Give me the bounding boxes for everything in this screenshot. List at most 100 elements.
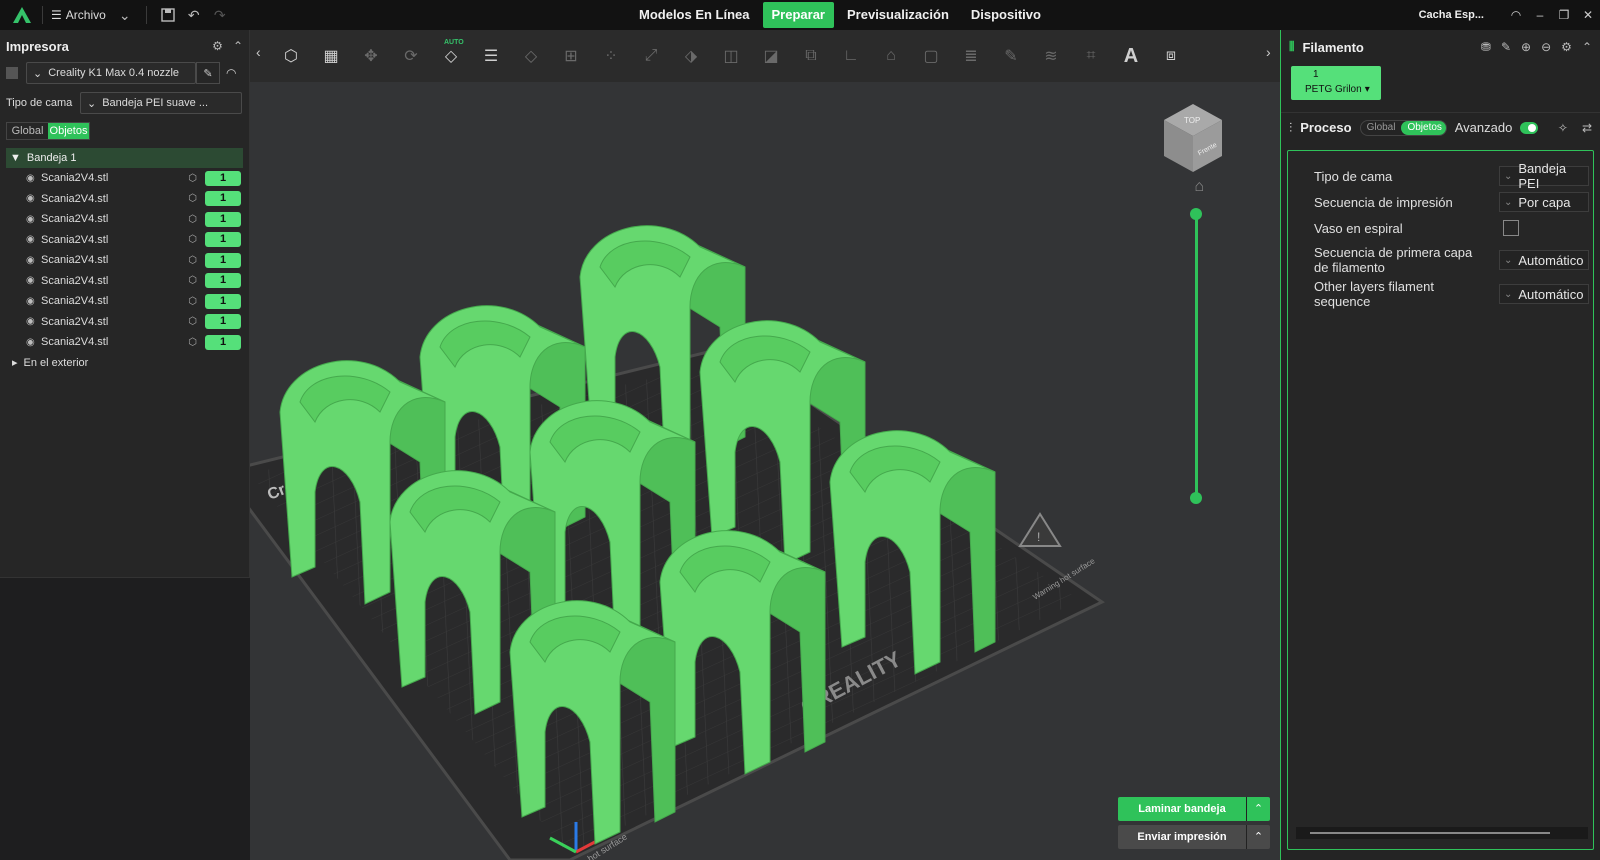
support-paint-icon[interactable]: ◪ <box>754 39 788 73</box>
object-count-badge[interactable]: 1 <box>205 252 241 268</box>
assembly-icon[interactable]: ⌗ <box>1074 39 1108 73</box>
horizontal-scrollbar[interactable] <box>1296 827 1588 839</box>
chevron-up-icon[interactable]: ⌃ <box>1246 825 1270 849</box>
file-menu-button[interactable]: ☰ Archivo <box>51 8 106 22</box>
scope-global[interactable]: Global <box>7 123 48 139</box>
tab-online-models[interactable]: Modelos En Línea <box>630 2 759 28</box>
close-icon[interactable]: ✕ <box>1576 8 1600 22</box>
user-name[interactable]: Cacha Esp... <box>1419 9 1484 21</box>
cube-settings-icon[interactable]: ⬡ <box>188 296 197 307</box>
filament-card[interactable]: 1 PETG Grilon ▾ <box>1291 66 1381 100</box>
outside-row[interactable]: ▸ En el exterior <box>0 353 249 373</box>
advanced-toggle[interactable] <box>1520 121 1538 134</box>
tab-preview[interactable]: Previsualización <box>838 2 958 28</box>
eye-icon[interactable]: ◉ <box>26 173 38 184</box>
eye-icon[interactable]: ◉ <box>26 234 38 245</box>
split-objects-icon[interactable]: ⊞ <box>554 39 588 73</box>
cut-icon[interactable]: ◫ <box>714 39 748 73</box>
eye-icon[interactable]: ◉ <box>26 255 38 266</box>
process-scope-objects[interactable]: Objetos <box>1401 120 1446 135</box>
undo-icon[interactable]: ↶ <box>181 4 207 26</box>
process-scope-global[interactable]: Global <box>1361 121 1402 135</box>
object-row[interactable]: ◉ Scania2V4.stl ⬡ 1 <box>0 230 249 251</box>
eye-icon[interactable]: ◉ <box>26 316 38 327</box>
fuzzy-skin-icon[interactable]: ≋ <box>1034 39 1068 73</box>
home-icon[interactable]: ⌂ <box>1194 178 1204 196</box>
support-icon[interactable]: ◠ <box>1504 8 1528 22</box>
scale-icon[interactable]: ⤢ <box>634 39 668 73</box>
printer-select[interactable]: ⌄ Creality K1 Max 0.4 nozzle <box>26 62 196 84</box>
eye-icon[interactable]: ◉ <box>26 214 38 225</box>
object-row[interactable]: ◉ Scania2V4.stl ⬡ 1 <box>0 291 249 312</box>
cube-settings-icon[interactable]: ⬡ <box>188 337 197 348</box>
send-print-button[interactable]: Enviar impresión <box>1118 825 1246 849</box>
brush-icon[interactable]: ✎ <box>1501 40 1511 54</box>
magic-icon[interactable]: ✧ <box>1558 121 1568 135</box>
redo-icon[interactable]: ↷ <box>207 4 233 26</box>
edit-icon[interactable]: ✎ <box>196 62 220 84</box>
3d-viewport[interactable]: ‹ ⬡ ▦ ✥ ⟳ AUTO ◇ ☰ ◇ ⊞ ⁘ ⤢ ⬗ ◫ ◪ ⧉ ∟ ⌂ ▢ … <box>250 30 1280 860</box>
add-plate-icon[interactable]: ▦ <box>314 39 348 73</box>
variable-layer-icon[interactable]: ⬗ <box>674 39 708 73</box>
hollow-icon[interactable]: ▢ <box>914 39 948 73</box>
tab-device[interactable]: Dispositivo <box>962 2 1050 28</box>
auto-orient-icon[interactable]: AUTO ◇ <box>434 39 468 73</box>
tab-prepare[interactable]: Preparar <box>762 2 834 28</box>
scope-objects[interactable]: Objetos <box>48 123 89 139</box>
collapse-icon[interactable]: ⌃ <box>1582 40 1592 54</box>
object-row[interactable]: ◉ Scania2V4.stl ⬡ 1 <box>0 271 249 292</box>
object-row[interactable]: ◉ Scania2V4.stl ⬡ 1 <box>0 168 249 189</box>
color-paint-icon[interactable]: ✎ <box>994 39 1028 73</box>
object-row[interactable]: ◉ Scania2V4.stl ⬡ 1 <box>0 332 249 353</box>
object-row[interactable]: ◉ Scania2V4.stl ⬡ 1 <box>0 250 249 271</box>
measure-icon[interactable]: ∟ <box>834 39 868 73</box>
save-icon[interactable] <box>155 4 181 26</box>
other-layers-sequence-dropdown[interactable]: ⌄ Automático <box>1499 284 1589 304</box>
boolean-icon[interactable]: ⧉ <box>794 39 828 73</box>
eye-icon[interactable]: ◉ <box>26 296 38 307</box>
print-sequence-dropdown[interactable]: ⌄ Por capa <box>1499 192 1589 212</box>
object-row[interactable]: ◉ Scania2V4.stl ⬡ 1 <box>0 312 249 333</box>
chevron-up-icon[interactable]: ⌃ <box>1246 797 1270 821</box>
layer-slider[interactable] <box>1195 215 1198 500</box>
object-count-badge[interactable]: 1 <box>205 170 241 186</box>
chevron-right-icon[interactable]: › <box>1266 44 1271 60</box>
chevron-left-icon[interactable]: ‹ <box>256 44 261 60</box>
object-count-badge[interactable]: 1 <box>205 314 241 330</box>
compare-icon[interactable]: ⇄ <box>1582 121 1592 135</box>
add-object-icon[interactable]: ⬡ <box>274 39 308 73</box>
bed-type-select[interactable]: ⌄ Bandeja PEI suave ... <box>80 92 242 114</box>
view-cube[interactable]: TOP Frente <box>1162 102 1224 179</box>
add-icon[interactable]: ⊕ <box>1521 40 1531 54</box>
first-layer-sequence-dropdown[interactable]: ⌄ Automático <box>1499 250 1589 270</box>
cube-settings-icon[interactable]: ⬡ <box>188 214 197 225</box>
bed-type-dropdown[interactable]: ⌄ Bandeja PEI <box>1499 161 1589 191</box>
remove-icon[interactable]: ⊖ <box>1541 40 1551 54</box>
object-count-badge[interactable]: 1 <box>205 211 241 227</box>
split-parts-icon[interactable]: ⁘ <box>594 39 628 73</box>
spiral-vase-checkbox[interactable] <box>1503 220 1519 236</box>
object-row[interactable]: ◉ Scania2V4.stl ⬡ 1 <box>0 209 249 230</box>
chevron-down-icon[interactable]: ⌄ <box>112 4 138 26</box>
text-icon[interactable]: A <box>1114 39 1148 73</box>
object-count-badge[interactable]: 1 <box>205 334 241 350</box>
cube-settings-icon[interactable]: ⬡ <box>188 275 197 286</box>
collapse-icon[interactable]: ⌃ <box>233 39 243 53</box>
object-count-badge[interactable]: 1 <box>205 293 241 309</box>
cube-settings-icon[interactable]: ⬡ <box>188 193 197 204</box>
view-compare-icon[interactable]: ⧈ <box>1154 39 1188 73</box>
cube-settings-icon[interactable]: ⬡ <box>188 234 197 245</box>
layers-icon[interactable]: ≣ <box>954 39 988 73</box>
gear-icon[interactable]: ⚙ <box>1561 40 1572 54</box>
object-count-badge[interactable]: 1 <box>205 273 241 289</box>
lay-on-face-icon[interactable]: ◇ <box>514 39 548 73</box>
slice-button[interactable]: Laminar bandeja <box>1118 797 1246 821</box>
rotate-icon[interactable]: ⟳ <box>394 39 428 73</box>
object-count-badge[interactable]: 1 <box>205 191 241 207</box>
orient-icon[interactable]: ✥ <box>354 39 388 73</box>
arrange-icon[interactable]: ☰ <box>474 39 508 73</box>
gear-icon[interactable]: ⚙ <box>212 39 223 53</box>
plate-row[interactable]: ▼ Bandeja 1 <box>6 148 243 168</box>
layer-slider-bottom-knob[interactable] <box>1190 492 1202 504</box>
cube-settings-icon[interactable]: ⬡ <box>188 173 197 184</box>
